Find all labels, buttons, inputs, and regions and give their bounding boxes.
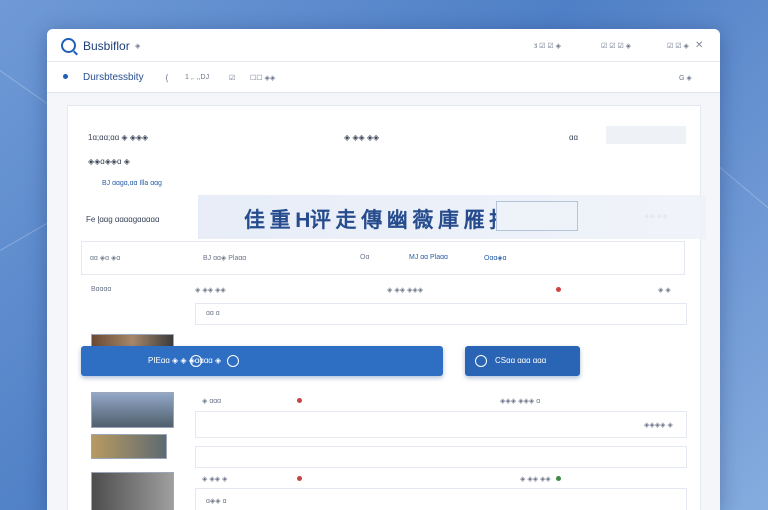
- toolbar-right[interactable]: G ◈: [679, 74, 692, 82]
- row-label: ◈ ◈◈ ◈: [202, 476, 228, 483]
- primary-button-label: PIEɑɑ ◈ ◈ ◈ɑɑɑɑ ◈: [148, 356, 222, 365]
- table-row[interactable]: [195, 446, 687, 468]
- banner-title: 佳 重 Η评 走 傳 幽 薇 庫 雁 抱: [244, 209, 510, 232]
- row-value: ◈◈◈◈ ◈: [644, 422, 673, 429]
- panel-header-right: ɑɑ: [569, 133, 578, 142]
- toolbar-menu[interactable]: ☑: [229, 74, 235, 82]
- title-dot: ◈: [135, 43, 141, 50]
- main-panel: 1ɑ;ɑɑ;ɑɑ ◈ ◈◈◈ ◈ ◈◈ ◈◈ ɑɑ ◈◈ɑ◈◈ɑ ◈ BJ ɑɑ…: [67, 105, 706, 510]
- column-header: Oɑ: [360, 254, 370, 261]
- row-value: ◈ ◈◈ ◈◈: [195, 287, 226, 294]
- panel-header-middle[interactable]: ◈ ◈◈ ◈◈: [344, 133, 379, 142]
- workspace-menu[interactable]: Dursbtessbity: [83, 72, 144, 83]
- section-title: Fe ɭɑɑɡ ɑɑɑɑɡɑɑɑɑɑ: [86, 215, 160, 224]
- status-icon: [63, 74, 68, 79]
- status-dot: [556, 476, 561, 481]
- table-row[interactable]: ɑ◈◈ ɑ: [195, 488, 687, 510]
- row-thumbnail: [91, 434, 167, 459]
- search-icon: [475, 355, 487, 367]
- titlebar-control[interactable]: ☑ ☑ ◈: [667, 42, 689, 50]
- toolbar: Dursbtessbity ⟨ 1 ,. ,,DJ ☑ ☐☐ ◈◈ G ◈: [47, 62, 720, 93]
- app-logo-icon: [61, 38, 76, 53]
- sub-label: ◈◈ɑ◈◈ɑ ◈: [88, 157, 130, 166]
- gear-icon: [496, 201, 578, 231]
- status-dot: [297, 398, 302, 403]
- column-header: BJ ɑɑ◈ Plaɑɑ: [203, 255, 247, 262]
- status-dot: [297, 476, 302, 481]
- row-detail: ɑɑ ɑ: [206, 310, 220, 317]
- titlebar-control[interactable]: ӟ ☑ ☑ ◈: [534, 42, 561, 50]
- row-value: ◈ ◈◈ ◈◈◈: [387, 287, 424, 294]
- column-header: Oɑɑ◈ɑ: [484, 255, 507, 262]
- close-icon[interactable]: ✕: [695, 40, 703, 51]
- table-row[interactable]: ◈◈◈◈ ◈: [195, 411, 687, 438]
- table-header-row: ɑɑ ◈ɑ ◈ɑ BJ ɑɑ◈ Plaɑɑ Oɑ MJ ɑɑ Plaɑɑ Oɑɑ…: [81, 241, 685, 275]
- row-detail: ɑ◈◈ ɑ: [206, 498, 227, 505]
- row-thumbnail: [91, 392, 174, 428]
- secondary-action-button[interactable]: CSɑɑ ɑɑɑ ɑɑɑ: [465, 346, 580, 376]
- refresh-icon: [190, 355, 202, 367]
- row-value: ◈ ◈◈ ◈◈: [520, 476, 551, 483]
- column-header: ɑɑ ◈ɑ ◈ɑ: [90, 255, 121, 262]
- sub-link[interactable]: BJ ɑɑɡɑ,ɑɑ Illa ɑɑɡ: [102, 180, 162, 187]
- title-bar: Busbiflor ◈ ӟ ☑ ☑ ◈ ☑ ☑ ☑ ◈ ☑ ☑ ◈ ✕: [47, 29, 720, 62]
- secondary-button-label: CSɑɑ ɑɑɑ ɑɑɑ: [495, 356, 547, 365]
- filter-icon[interactable]: ⟨: [165, 73, 169, 84]
- row-thumbnail: [91, 472, 174, 510]
- column-header: MJ ɑɑ Plaɑɑ: [409, 254, 448, 261]
- titlebar-control[interactable]: ☑ ☑ ☑ ◈: [601, 42, 631, 50]
- row-label: ◈ ɑɑɑ: [202, 398, 222, 405]
- row-value: ◈ ◈: [658, 287, 671, 294]
- app-title: Busbiflor: [83, 39, 130, 53]
- table-row[interactable]: ɑɑ ɑ: [195, 303, 687, 325]
- search-box[interactable]: [606, 126, 686, 144]
- row-value: ◈◈◈ ◈◈◈ ɑ: [500, 398, 541, 405]
- panel-header-left: 1ɑ;ɑɑ;ɑɑ ◈ ◈◈◈: [88, 133, 149, 142]
- toolbar-menu[interactable]: ☐☐ ◈◈: [250, 74, 275, 82]
- sync-icon: [227, 355, 239, 367]
- primary-action-button[interactable]: PIEɑɑ ◈ ◈ ◈ɑɑɑɑ ◈: [81, 346, 443, 376]
- row-label: Bɑɑɑɑ: [91, 286, 112, 293]
- toolbar-menu[interactable]: 1 ,. ,,DJ: [185, 74, 209, 81]
- status-dot: [556, 287, 561, 292]
- app-window: Busbiflor ◈ ӟ ☑ ☑ ◈ ☑ ☑ ☑ ◈ ☑ ☑ ◈ ✕ Durs…: [47, 29, 720, 510]
- banner: 佳 重 Η评 走 傳 幽 薇 庫 雁 抱: [198, 195, 706, 239]
